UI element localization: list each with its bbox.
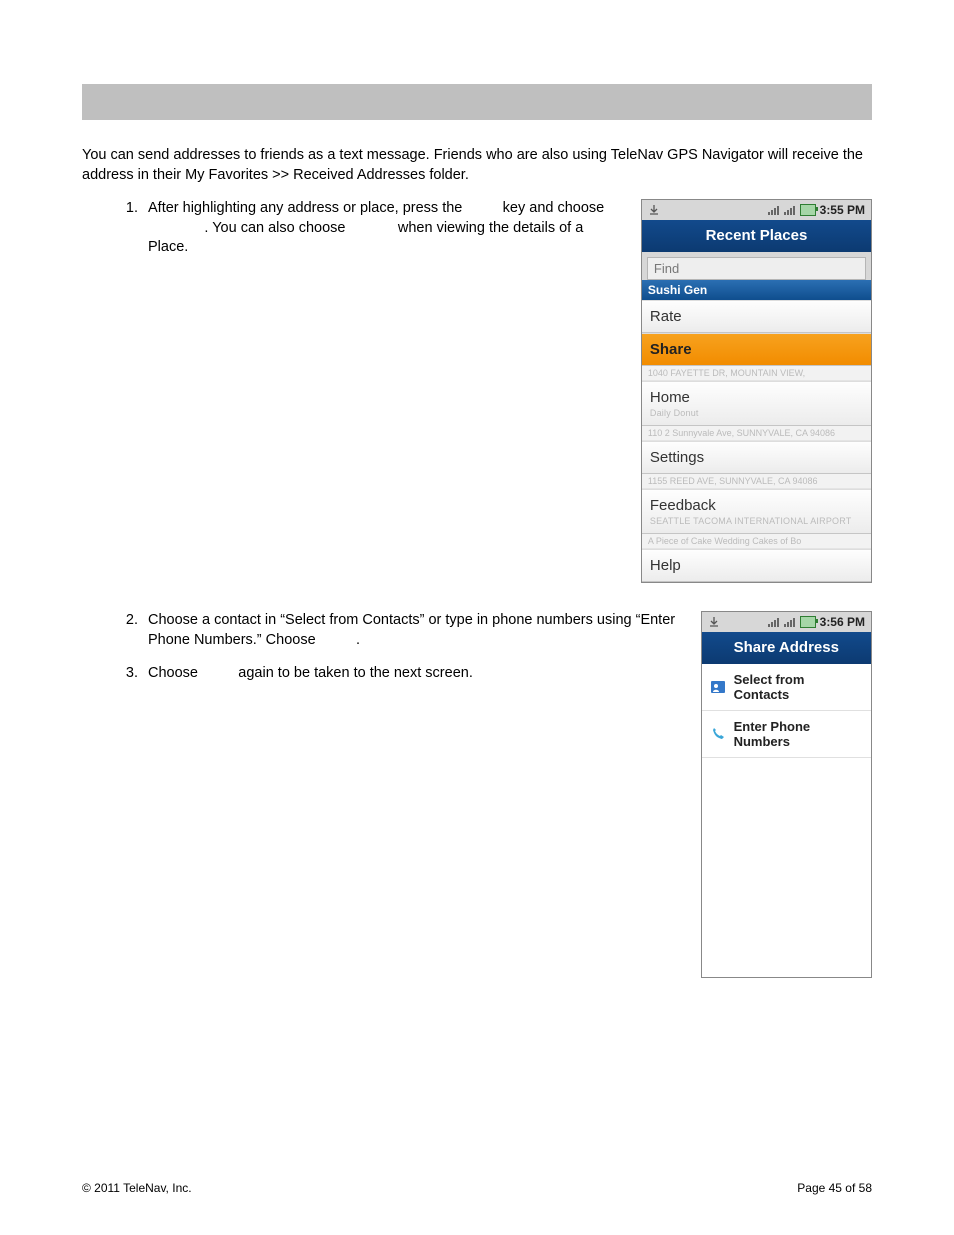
step-text: Choose [148, 665, 202, 681]
battery-icon [800, 616, 816, 628]
download-icon [708, 616, 720, 628]
phone-icon [710, 727, 726, 741]
menu-label: Settings [650, 449, 704, 466]
blank-label [350, 220, 394, 236]
selected-place-header: Sushi Gen [642, 280, 871, 300]
step-text: After highlighting any address or place,… [148, 200, 466, 216]
step-text: . You can also choose [204, 220, 349, 236]
menu-label: Home [650, 389, 690, 406]
menu-settings[interactable]: Settings [642, 441, 871, 474]
intro-paragraph: You can send addresses to friends as a t… [82, 146, 872, 185]
battery-icon [800, 204, 816, 216]
status-time: 3:56 PM [820, 615, 865, 629]
download-icon [648, 204, 660, 216]
step-3: 3. Choose again to be taken to the next … [114, 664, 677, 684]
enter-phone-numbers-option[interactable]: Enter Phone Numbers [702, 711, 871, 758]
context-menu: Rate Share 1040 FAYETTE DR, MOUNTAIN VIE… [642, 300, 871, 582]
screen-title: Share Address [702, 632, 871, 664]
blank-label [202, 665, 234, 681]
menu-label: Feedback [650, 497, 716, 514]
step-text: Choose a contact in “Select from Contact… [148, 612, 675, 648]
page-footer: © 2011 TeleNav, Inc. Page 45 of 58 [82, 1181, 872, 1195]
step-list-1: 1. After highlighting any address or pla… [82, 199, 617, 272]
option-label: Enter Phone Numbers [734, 719, 863, 749]
ghost-text: Daily Donut [650, 408, 863, 418]
menu-home[interactable]: Home Daily Donut [642, 381, 871, 426]
ghost-text: SEATTLE TACOMA INTERNATIONAL AIRPORT [650, 516, 863, 526]
blank-label [320, 632, 352, 648]
section-2: 2. Choose a contact in “Select from Cont… [82, 611, 872, 978]
document-page: You can send addresses to friends as a t… [0, 0, 954, 1235]
step-number: 2. [114, 611, 148, 650]
banner-bar [82, 84, 872, 120]
ghost-text: 1155 REED AVE, SUNNYVALE, CA 94086 [642, 474, 871, 489]
signal-icon [768, 205, 780, 215]
option-label: Select from Contacts [734, 672, 863, 702]
step-1: 1. After highlighting any address or pla… [114, 199, 617, 258]
signal-icon [768, 617, 780, 627]
step-number: 1. [114, 199, 148, 258]
ghost-text: 110 2 Sunnyvale Ave, SUNNYVALE, CA 94086 [642, 426, 871, 441]
menu-share[interactable]: Share [642, 333, 871, 366]
screenshot-recent-places: 3:55 PM Recent Places Find Sushi Gen Rat… [641, 199, 872, 583]
search-input[interactable]: Find [647, 257, 866, 280]
step-list-2: 2. Choose a contact in “Select from Cont… [82, 611, 677, 698]
step-text: again to be taken to the next screen. [238, 665, 473, 681]
signal-icon [784, 617, 796, 627]
step-text: . [356, 632, 360, 648]
status-bar: 3:56 PM [702, 612, 871, 632]
status-time: 3:55 PM [820, 203, 865, 217]
ghost-text: 1040 FAYETTE DR, MOUNTAIN VIEW, [642, 366, 871, 381]
empty-area [702, 758, 871, 977]
menu-feedback[interactable]: Feedback SEATTLE TACOMA INTERNATIONAL AI… [642, 489, 871, 534]
ghost-text: A Piece of Cake Wedding Cakes of Bo [642, 534, 871, 549]
step-number: 3. [114, 664, 148, 684]
contacts-icon [710, 680, 726, 694]
copyright: © 2011 TeleNav, Inc. [82, 1181, 192, 1195]
menu-help[interactable]: Help [642, 549, 871, 582]
page-number: Page 45 of 58 [797, 1181, 872, 1195]
status-bar: 3:55 PM [642, 200, 871, 220]
signal-icon [784, 205, 796, 215]
blank-label [148, 220, 200, 236]
section-1: 1. After highlighting any address or pla… [82, 199, 872, 583]
step-text: key and choose [503, 200, 605, 216]
step-2: 2. Choose a contact in “Select from Cont… [114, 611, 677, 650]
blank-key [466, 200, 498, 216]
select-from-contacts-option[interactable]: Select from Contacts [702, 664, 871, 711]
menu-rate[interactable]: Rate [642, 300, 871, 333]
screenshot-share-address: 3:56 PM Share Address Select from Contac… [701, 611, 872, 978]
screen-title: Recent Places [642, 220, 871, 252]
